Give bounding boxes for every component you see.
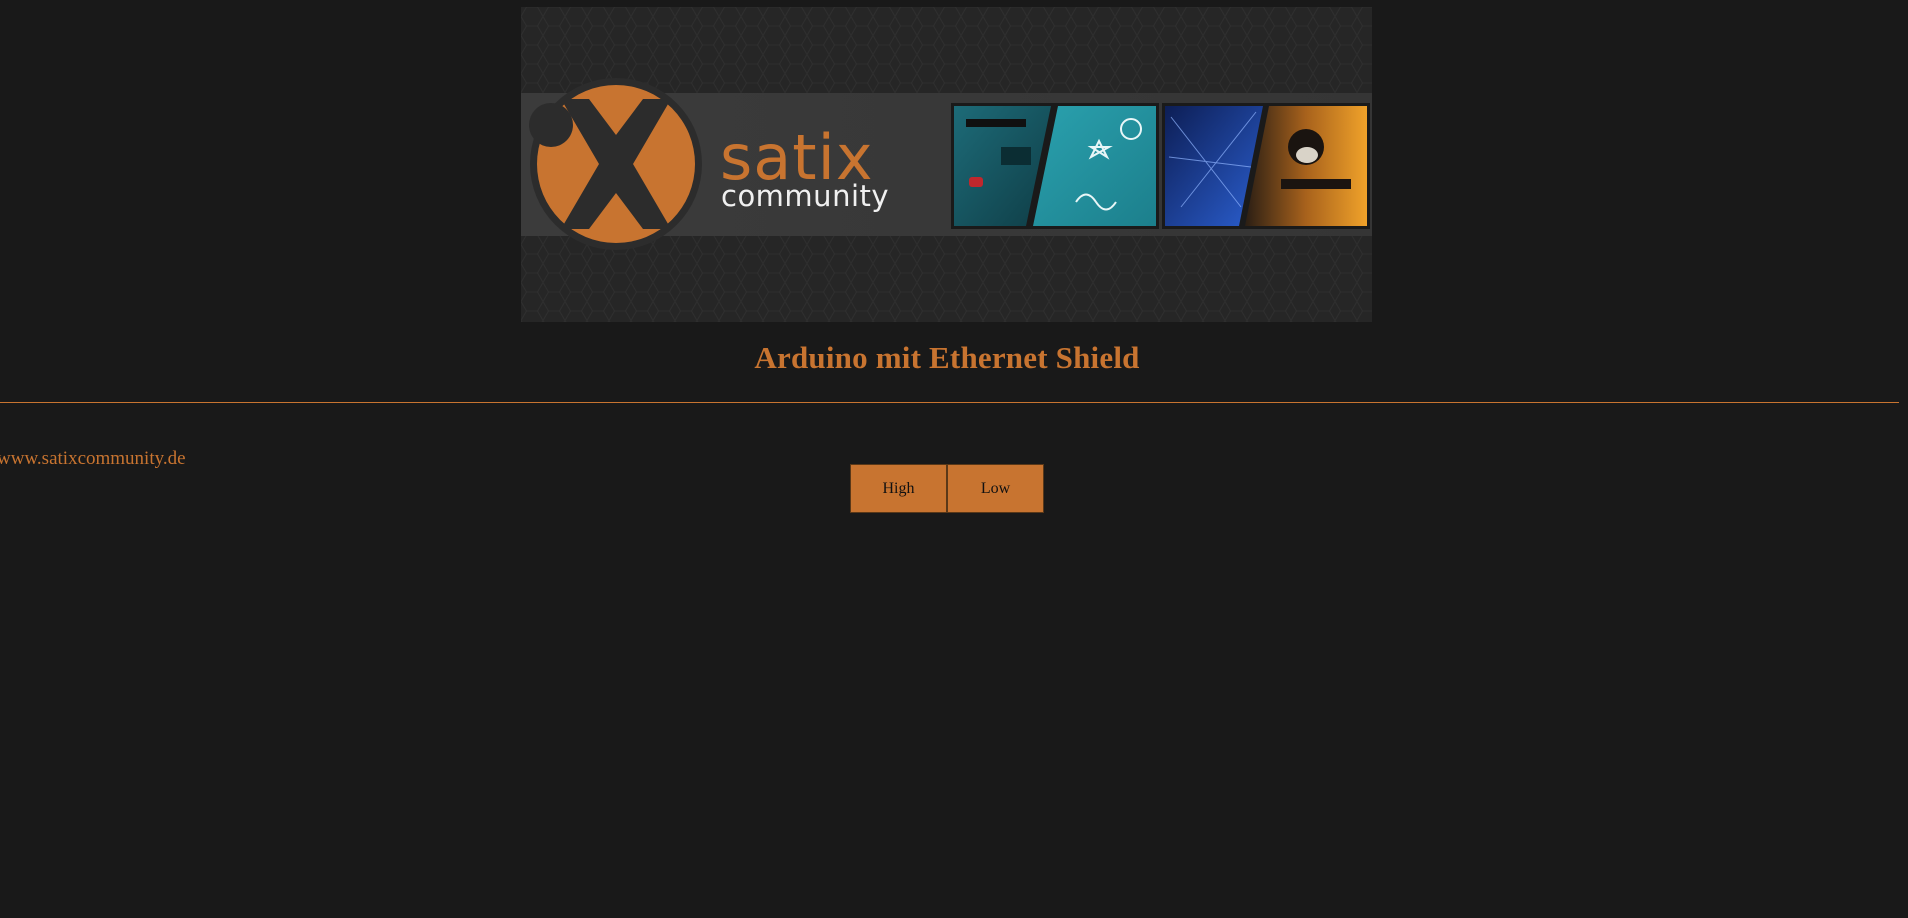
logo-word-community: community (721, 179, 889, 213)
divider (0, 402, 1899, 403)
button-group: High Low (850, 464, 1044, 513)
satix-logo-icon (529, 78, 702, 250)
header-banner: satix community (521, 7, 1372, 322)
low-button[interactable]: Low (947, 464, 1044, 513)
page-title: Arduino mit Ethernet Shield (754, 340, 1140, 375)
thumbnail-arduino-icon (951, 103, 1159, 229)
high-button[interactable]: High (850, 464, 947, 513)
thumbnail-game-icon (1162, 103, 1370, 229)
site-link[interactable]: www.satixcommunity.de (0, 448, 186, 470)
